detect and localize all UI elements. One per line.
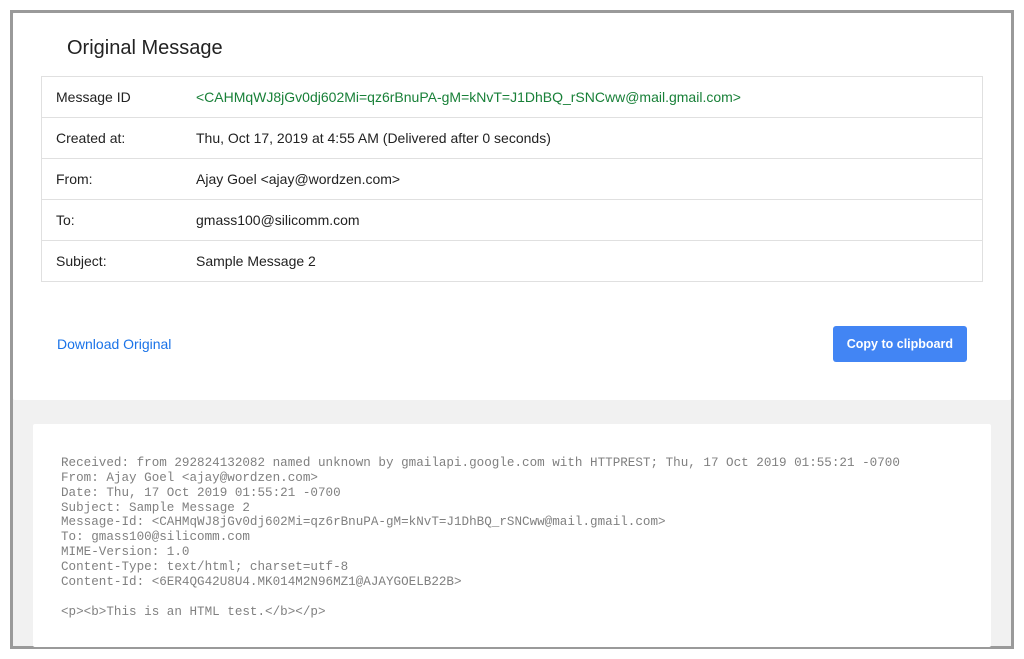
raw-source-text: Received: from 292824132082 named unknow…	[61, 456, 963, 619]
headers-table: Message ID <CAHMqWJ8jGv0dj602Mi=qz6rBnuP…	[41, 76, 983, 282]
label-message-id: Message ID	[42, 77, 190, 117]
frame: Original Message Message ID <CAHMqWJ8jGv…	[10, 10, 1014, 649]
row-subject: Subject: Sample Message 2	[42, 240, 982, 281]
original-message-card: Original Message Message ID <CAHMqWJ8jGv…	[13, 13, 1011, 400]
label-subject: Subject:	[42, 241, 190, 281]
value-subject: Sample Message 2	[190, 241, 982, 281]
label-created-at: Created at:	[42, 118, 190, 158]
label-from: From:	[42, 159, 190, 199]
row-message-id: Message ID <CAHMqWJ8jGv0dj602Mi=qz6rBnuP…	[42, 77, 982, 117]
row-from: From: Ajay Goel <ajay@wordzen.com>	[42, 158, 982, 199]
value-from: Ajay Goel <ajay@wordzen.com>	[190, 159, 982, 199]
download-original-link[interactable]: Download Original	[57, 336, 171, 352]
value-created-at: Thu, Oct 17, 2019 at 4:55 AM (Delivered …	[190, 118, 982, 158]
value-message-id: <CAHMqWJ8jGv0dj602Mi=qz6rBnuPA-gM=kNvT=J…	[190, 77, 982, 117]
row-to: To: gmass100@silicomm.com	[42, 199, 982, 240]
label-to: To:	[42, 200, 190, 240]
raw-source-card: Received: from 292824132082 named unknow…	[33, 424, 991, 647]
value-to: gmass100@silicomm.com	[190, 200, 982, 240]
actions-row: Download Original Copy to clipboard	[37, 282, 987, 372]
page-title: Original Message	[67, 37, 987, 60]
copy-to-clipboard-button[interactable]: Copy to clipboard	[833, 326, 967, 362]
row-created-at: Created at: Thu, Oct 17, 2019 at 4:55 AM…	[42, 117, 982, 158]
